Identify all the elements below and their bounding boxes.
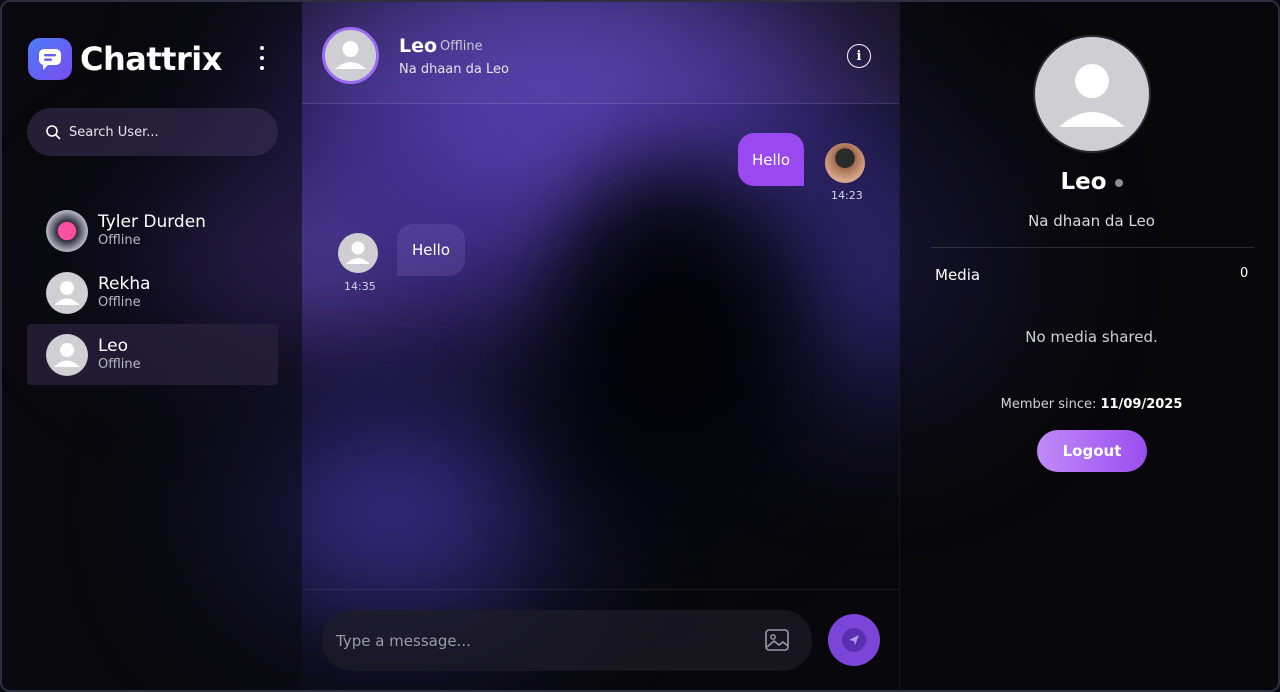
avatar [46,271,88,314]
message-composer [322,610,812,671]
user-name: Leo [98,336,129,356]
avatar [1033,35,1151,153]
profile-panel: Leo Na dhaan da Leo Media 0 No media sha… [899,2,1278,690]
user-status: Offline [98,357,141,372]
media-count: 0 [1240,266,1249,281]
member-since: Member since: 11/09/2025 [1000,397,1183,412]
avatar [338,233,378,273]
contact-status: Offline [440,39,483,54]
message-bubble-incoming: Hello [397,224,465,276]
info-icon[interactable]: i [847,44,871,68]
avatar [825,143,865,183]
brand: Chattrix [28,38,222,80]
status-dot [1114,178,1123,187]
user-item-rekha[interactable]: Rekha Offline [27,262,278,323]
user-placeholder-icon [54,280,80,305]
contact-name: Leo [399,35,438,57]
avatar[interactable] [322,27,379,84]
chat-panel: Leo Offline Na dhaan da Leo i Hello 14:2… [302,2,899,690]
chat-bubble-icon [28,38,72,80]
user-name: Tyler Durden [98,212,206,232]
divider [931,247,1254,248]
user-status: Offline [98,295,141,310]
more-options-icon[interactable] [254,46,270,70]
search-box[interactable] [27,108,278,156]
image-upload-icon[interactable] [764,627,790,653]
user-placeholder-icon [1059,64,1125,127]
user-name: Rekha [98,274,151,294]
avatar [46,333,88,376]
divider [302,589,899,590]
message-time: 14:35 [344,280,376,293]
avatar [46,209,88,252]
contact-bio: Na dhaan da Leo [399,62,509,77]
user-list: Tyler Durden Offline Rekha Offline Leo O… [27,200,278,386]
user-item-leo[interactable]: Leo Offline [27,324,278,385]
profile-bio: Na dhaan da Leo [1028,212,1155,230]
app-name: Chattrix [80,40,222,78]
message-bubble-outgoing: Hello [738,133,804,186]
chat-header: Leo Offline Na dhaan da Leo i [302,2,899,104]
search-icon [45,124,61,140]
user-placeholder-icon [346,241,370,264]
profile-name: Leo [900,169,1278,195]
logout-button[interactable]: Logout [1037,430,1147,472]
message-input[interactable] [336,631,736,650]
sidebar: Chattrix Tyler Durden Offline [2,2,302,690]
user-placeholder-icon [54,342,80,367]
app-window: Chattrix Tyler Durden Offline [0,0,1280,692]
media-label: Media [935,266,981,284]
user-status: Offline [98,233,141,248]
message-time: 14:23 [831,189,863,202]
user-placeholder-icon [335,41,366,69]
search-input[interactable] [69,124,259,140]
send-icon [842,628,866,652]
send-button[interactable] [828,614,880,666]
no-media-text: No media shared. [1025,328,1158,346]
user-item-tyler-durden[interactable]: Tyler Durden Offline [27,200,278,261]
